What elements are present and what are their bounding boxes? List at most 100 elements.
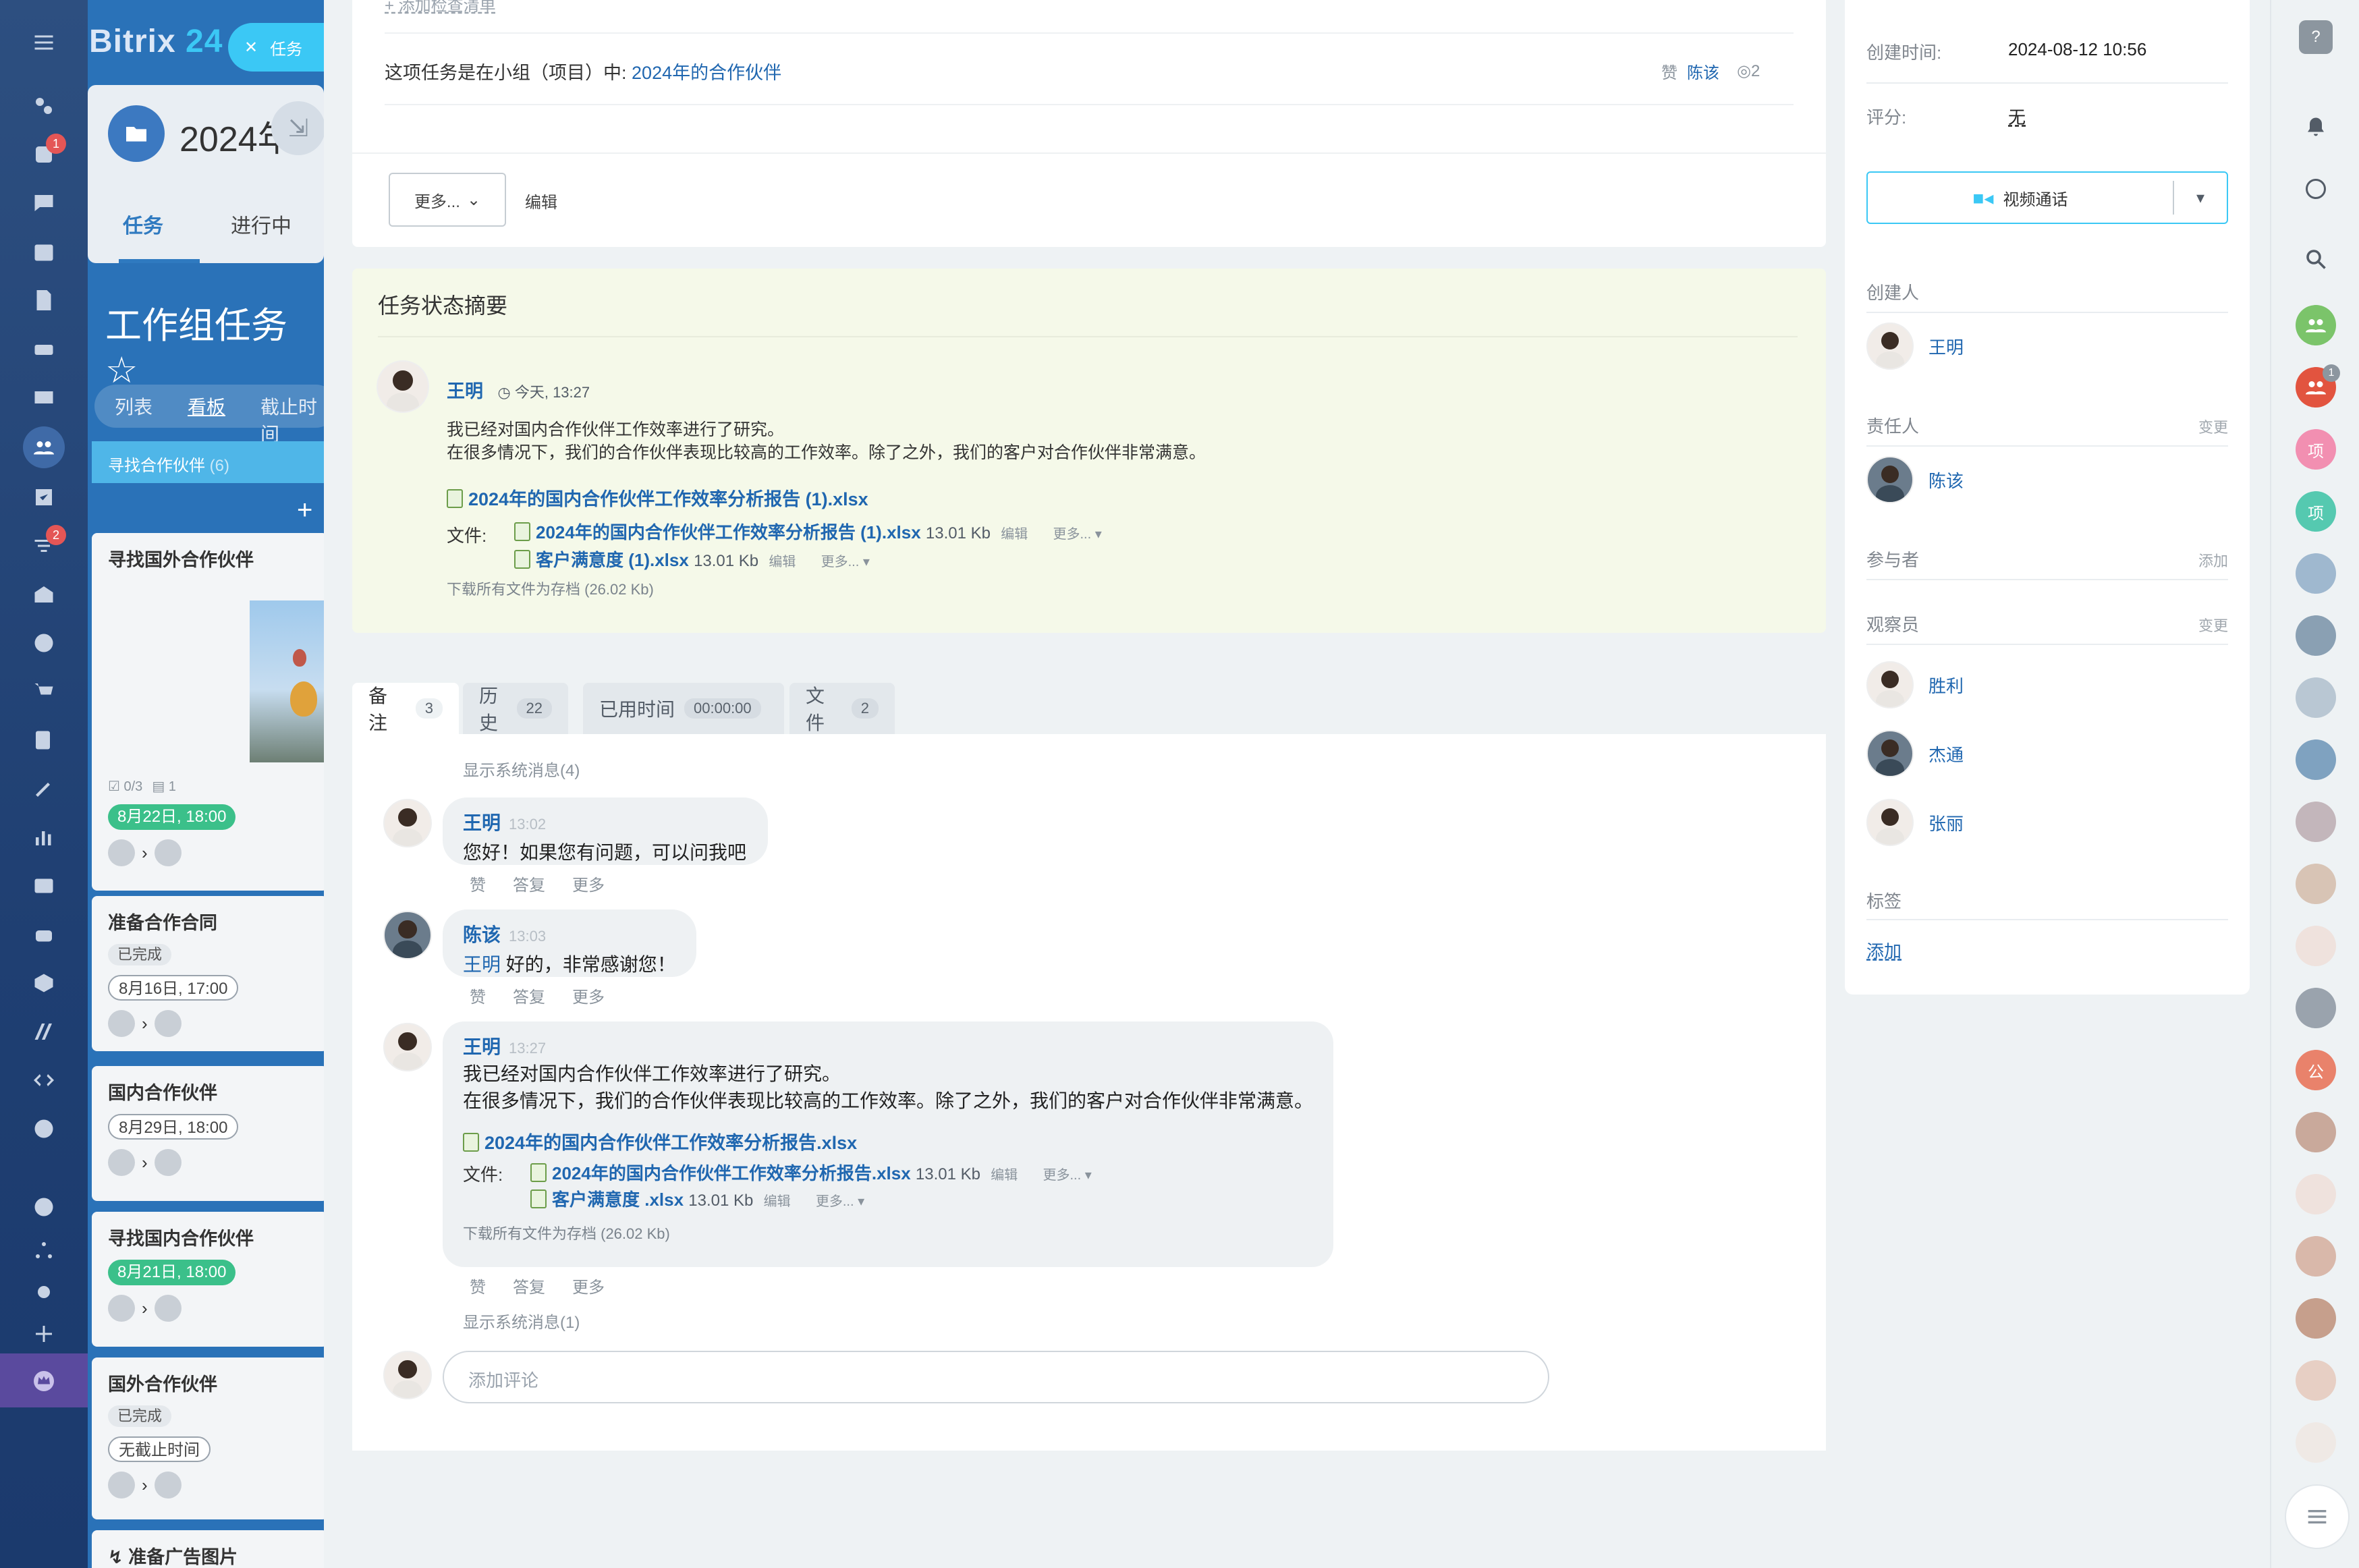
brand-logo[interactable]: Bitrix 24 <box>89 23 223 60</box>
observer-person[interactable]: 杰通 <box>1866 730 1964 777</box>
chevron-down-icon[interactable]: ▾ <box>2174 188 2227 208</box>
download-all-link[interactable]: 下载所有文件为存档 (26.02 Kb) <box>463 1222 1313 1243</box>
file-link[interactable]: 2024年的国内合作伙伴工作效率分析报告.xlsx <box>552 1163 911 1183</box>
project-chat-icon[interactable]: 项 <box>2296 429 2336 470</box>
target-icon[interactable] <box>26 625 62 661</box>
responsible-person[interactable]: 陈该 <box>1866 456 1964 503</box>
comment-inline-file[interactable]: 2024年的国内合作伙伴工作效率分析报告.xlsx <box>463 1128 1313 1154</box>
add-checklist-link[interactable]: + 添加检查清单 <box>385 0 496 16</box>
chat-avatar[interactable] <box>2296 926 2336 966</box>
more-button[interactable]: 更多 <box>572 984 605 1007</box>
add-comment-input[interactable]: 添加评论 <box>443 1351 1549 1403</box>
reply-button[interactable]: 答复 <box>513 984 545 1007</box>
creator-person[interactable]: 王明 <box>1866 323 1964 370</box>
like-button[interactable]: 赞 <box>470 872 486 895</box>
liker-name[interactable]: 陈该 <box>1687 59 1719 83</box>
developer-icon[interactable] <box>26 1062 62 1098</box>
chat-avatar[interactable] <box>2296 1174 2336 1214</box>
file-more[interactable]: 更多... ▾ <box>1053 527 1101 542</box>
avatar[interactable] <box>377 360 429 413</box>
change-observers-button[interactable]: 变更 <box>2198 614 2228 636</box>
kanban-card[interactable]: 准备合作合同 已完成 8月16日, 17:00 › <box>92 896 324 1051</box>
settings-icon[interactable] <box>26 1274 62 1310</box>
file-link[interactable]: 2024年的国内合作伙伴工作效率分析报告 (1).xlsx <box>536 522 921 542</box>
filter-icon[interactable]: 2 <box>26 525 66 564</box>
chat-avatar[interactable] <box>2296 1298 2336 1339</box>
comment-author[interactable]: 王明 <box>463 1036 501 1057</box>
summary-inline-file[interactable]: 2024年的国内合作伙伴工作效率分析报告 (1).xlsx <box>447 484 868 511</box>
more-button[interactable]: 更多 <box>572 1274 605 1297</box>
add-icon[interactable] <box>26 1316 62 1352</box>
tab-tasks[interactable]: 任务 <box>123 209 163 239</box>
chat-icon[interactable] <box>26 185 62 221</box>
file-link[interactable]: 客户满意度 (1).xlsx <box>536 550 689 570</box>
card-deadline[interactable]: 8月21日, 18:00 <box>108 1260 236 1285</box>
card-deadline[interactable]: 无截止时间 <box>108 1436 211 1462</box>
chat-avatar[interactable] <box>2296 1422 2336 1463</box>
chat-avatar[interactable] <box>2296 864 2336 904</box>
observer-person[interactable]: 胜利 <box>1866 661 1964 708</box>
company-chat-icon[interactable]: 公 <box>2296 1050 2336 1090</box>
more-chevron-icon[interactable] <box>26 1111 62 1147</box>
feed-icon[interactable] <box>26 88 62 124</box>
box-icon[interactable] <box>26 965 62 1001</box>
card-deadline[interactable]: 8月22日, 18:00 <box>108 804 236 830</box>
chat-avatar[interactable] <box>2296 739 2336 780</box>
tab-time-spent[interactable]: 已用时间 00:00:00 <box>583 683 784 734</box>
collapse-icon[interactable]: ⇲ <box>271 101 324 155</box>
kanban-card[interactable]: 国外合作伙伴 已完成 无截止时间 › <box>92 1357 324 1519</box>
show-system-messages[interactable]: 显示系统消息(1) <box>463 1309 580 1333</box>
search-icon[interactable] <box>2296 239 2336 279</box>
company-icon[interactable] <box>26 576 62 613</box>
group-chat-icon[interactable]: 1 <box>2296 364 2340 408</box>
avatar[interactable] <box>383 1023 432 1071</box>
workgroups-icon[interactable] <box>26 429 62 466</box>
robot-icon[interactable] <box>26 916 62 953</box>
video-call-main[interactable]: ■◂ 视频通话 <box>1868 181 2174 215</box>
change-responsible-button[interactable]: 变更 <box>2198 416 2228 437</box>
like-button[interactable]: 赞 <box>470 1274 486 1297</box>
chat-avatar[interactable] <box>2296 615 2336 656</box>
file-edit[interactable]: 编辑 <box>1001 527 1028 542</box>
tab-files[interactable]: 文件 2 <box>789 683 895 734</box>
show-system-messages[interactable]: 显示系统消息(4) <box>463 757 580 781</box>
menu-icon[interactable] <box>26 24 62 61</box>
chat-avatar[interactable] <box>2296 553 2336 594</box>
file-more[interactable]: 更多... ▾ <box>1043 1168 1091 1183</box>
add-tag-link[interactable]: 添加 <box>1866 938 1902 963</box>
kanban-card[interactable]: 国内合作伙伴 8月29日, 18:00 › <box>92 1066 324 1201</box>
chat-avatar[interactable] <box>2296 677 2336 718</box>
more-actions-button[interactable]: 更多... ⌄ <box>389 173 506 227</box>
card-deadline[interactable]: 8月16日, 17:00 <box>108 975 239 1001</box>
file-edit[interactable]: 编辑 <box>764 1194 791 1209</box>
kanban-column-header[interactable]: 寻找合作伙伴 (6) <box>92 441 324 483</box>
reply-button[interactable]: 答复 <box>513 872 545 895</box>
analytics-icon[interactable] <box>26 819 62 856</box>
file-link[interactable]: 客户满意度 .xlsx <box>552 1189 684 1210</box>
avatar[interactable] <box>383 911 432 959</box>
rating-value[interactable]: 无 <box>2008 104 2026 129</box>
file-more[interactable]: 更多... ▾ <box>821 555 870 569</box>
chat-avatar[interactable] <box>2296 1360 2336 1401</box>
upgrade-plan-bar[interactable] <box>0 1353 88 1407</box>
tab-history[interactable]: 历史 22 <box>463 683 568 734</box>
avatar[interactable] <box>383 799 432 847</box>
file-edit[interactable]: 编辑 <box>991 1168 1018 1183</box>
mail-icon[interactable] <box>26 379 62 416</box>
chat-avatar[interactable] <box>2296 1236 2336 1277</box>
add-card-icon[interactable]: + <box>297 495 312 526</box>
card-deadline[interactable]: 8月29日, 18:00 <box>108 1114 239 1140</box>
download-all-link[interactable]: 下载所有文件为存档 (26.02 Kb) <box>447 578 654 599</box>
cart-icon[interactable] <box>26 673 62 710</box>
project-link[interactable]: 2024年的合作伙伴 <box>632 63 781 83</box>
video-call-button[interactable]: ■◂ 视频通话 ▾ <box>1866 171 2228 224</box>
mention-link[interactable]: 王明 <box>463 954 501 975</box>
activity-icon[interactable]: 1 <box>26 134 66 173</box>
tab-comments[interactable]: 备注 3 <box>352 683 459 734</box>
chat-avatar[interactable] <box>2296 802 2336 842</box>
chat-avatar[interactable] <box>2296 1112 2336 1152</box>
observer-person[interactable]: 张丽 <box>1866 799 1964 846</box>
automation-icon[interactable] <box>26 1013 62 1050</box>
documents-icon[interactable] <box>26 282 62 318</box>
bell-icon[interactable] <box>2296 107 2336 147</box>
